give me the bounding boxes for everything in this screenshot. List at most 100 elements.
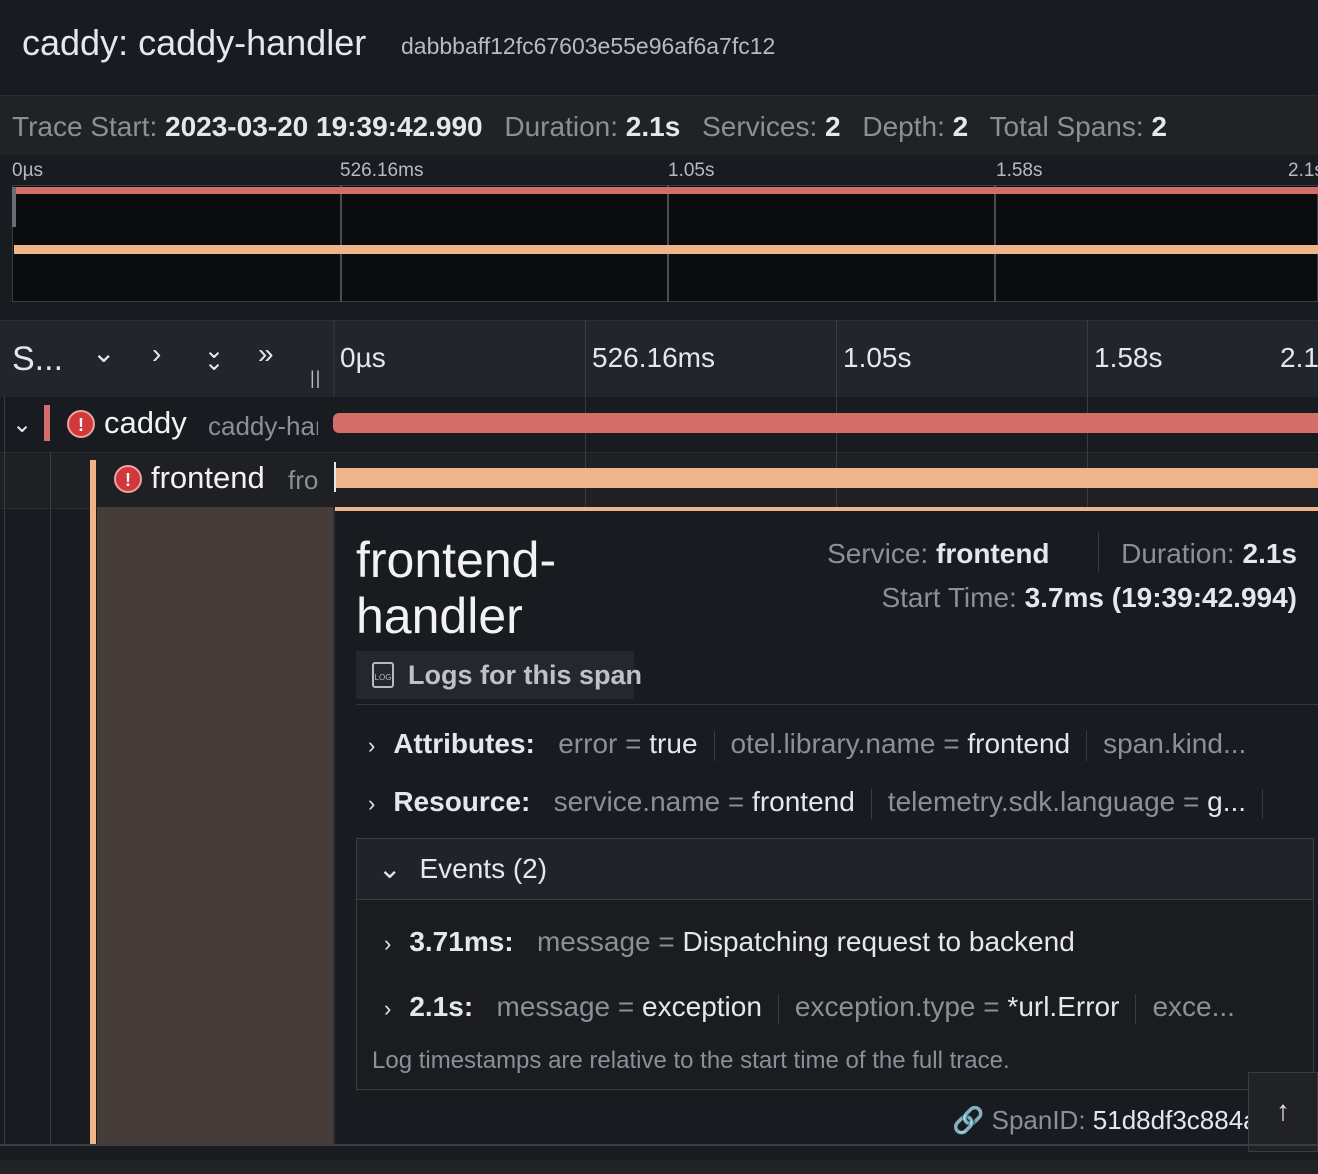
service-column-label: S...	[12, 340, 64, 378]
collapse-one-button[interactable]: ⌄	[92, 336, 115, 369]
double-chevron-right-icon: »	[258, 338, 274, 369]
logs-for-span-label[interactable]: Logs for this span	[408, 660, 642, 691]
events-title-label: Events (2)	[419, 853, 548, 884]
span-detail-meta: Service: frontend Duration: 2.1s	[827, 538, 1297, 570]
events-title[interactable]: ⌄ Events (2)	[378, 852, 547, 885]
scrollbar-track[interactable]	[0, 1160, 1318, 1174]
minimap-drag-handle[interactable]	[12, 187, 16, 227]
chevron-right-icon: ›	[152, 338, 162, 369]
event-value: Dispatching request to backend	[682, 926, 1075, 957]
expand-one-button[interactable]: ›	[152, 338, 161, 370]
span-id-label: SpanID:	[991, 1105, 1086, 1135]
resource-key: service.name	[553, 786, 721, 817]
resource-value: frontend	[752, 786, 855, 817]
log-file-icon: LOG	[372, 662, 394, 688]
service-color-marker	[44, 405, 50, 441]
chevron-right-icon: ›	[384, 931, 392, 956]
resource-key: telemetry.sdk.language	[887, 786, 1176, 817]
span-id-value: 51d8df3c884a	[1092, 1105, 1252, 1135]
minimap-tick: 1.05s	[668, 160, 715, 181]
minimap-tick: 0µs	[12, 160, 44, 181]
trace-stats: Trace Start: 2023-03-20 19:39:42.990 Dur…	[12, 111, 1181, 143]
span-start-marker	[334, 462, 336, 492]
chevron-right-icon: ›	[368, 791, 376, 816]
arrow-up-icon: ↑	[1276, 1095, 1290, 1126]
error-icon: !	[67, 410, 95, 438]
start-time-value: 3.7ms (19:39:42.994)	[1024, 582, 1297, 613]
span-detail-indent	[97, 507, 333, 1144]
collapse-all-button-lower[interactable]: ⌄	[204, 348, 224, 377]
minimap-span-bar-caddy	[14, 187, 1318, 194]
service-color-marker	[90, 460, 96, 1144]
span-operation-name[interactable]: caddy-handler	[208, 411, 318, 442]
trace-title: caddy: caddy-handler	[22, 22, 367, 63]
start-time-label: Start Time:	[881, 582, 1017, 613]
minimap-gridline	[994, 185, 996, 302]
attribute-key: error	[558, 728, 618, 759]
timeline-tick: 2.1s	[1280, 342, 1318, 373]
event-key: exce...	[1152, 991, 1235, 1022]
resource-row[interactable]: › Resource: service.name = frontend teleme…	[368, 786, 1308, 819]
timeline-tick: 0µs	[340, 342, 386, 373]
tree-guide-line	[4, 397, 5, 1144]
attributes-row[interactable]: › Attributes: error = true otel.library.na…	[368, 728, 1308, 761]
scroll-to-top-button[interactable]: ↑	[1248, 1072, 1318, 1152]
expand-all-button[interactable]: »	[258, 338, 274, 370]
event-time: 3.71ms:	[409, 926, 514, 957]
event-value: *url.Error	[1007, 991, 1120, 1022]
span-operation-name[interactable]: frontend-handler	[288, 465, 318, 496]
span-detail-start: Start Time: 3.7ms (19:39:42.994)	[881, 582, 1297, 614]
span-detail-title: frontend-handler	[356, 532, 557, 644]
span-id[interactable]: 🔗 SpanID: 51d8df3c884a	[952, 1105, 1252, 1136]
minimap-tick: 2.1s	[1288, 160, 1318, 181]
duration-value: 2.1s	[625, 111, 681, 142]
chevron-down-icon: ⌄	[378, 853, 402, 884]
column-resizer[interactable]: | |	[310, 368, 320, 389]
duration-label: Duration:	[504, 111, 619, 142]
chevron-right-icon: ›	[384, 996, 392, 1021]
attributes-label: Attributes:	[393, 728, 535, 759]
services-value: 2	[825, 111, 841, 142]
service-value: frontend	[936, 538, 1050, 569]
event-row[interactable]: › 3.71ms: message = Dispatching request t…	[384, 926, 1304, 958]
collapse-span-toggle[interactable]: ⌄	[12, 410, 32, 439]
trace-id: dabbbaff12fc67603e55e96af6a7fc12	[401, 33, 776, 59]
minimap-tick: 526.16ms	[340, 160, 424, 181]
resource-label: Resource:	[393, 786, 531, 817]
attribute-key: span.kind...	[1103, 728, 1247, 759]
services-label: Services:	[702, 111, 818, 142]
service-label: Service:	[827, 538, 929, 569]
event-key: message	[536, 926, 651, 957]
total-spans-label: Total Spans:	[989, 111, 1144, 142]
span-bar-caddy[interactable]	[333, 413, 1318, 433]
event-time: 2.1s:	[409, 991, 474, 1022]
divider	[356, 704, 1318, 705]
events-note: Log timestamps are relative to the start…	[372, 1047, 1010, 1074]
duration-value: 2.1s	[1242, 538, 1298, 569]
resource-value: g...	[1207, 786, 1247, 817]
timeline-tick: 1.58s	[1094, 342, 1163, 373]
span-bar-frontend[interactable]	[335, 468, 1318, 488]
timeline-tick: 1.05s	[843, 342, 912, 373]
double-chevron-down-icon: ⌄	[204, 349, 225, 376]
divider	[0, 1144, 1318, 1146]
link-icon: 🔗	[952, 1105, 985, 1135]
minimap-span-bar-frontend	[14, 245, 1318, 254]
depth-label: Depth:	[862, 111, 945, 142]
trace-start-value: 2023-03-20 19:39:42.990	[165, 111, 483, 142]
trace-minimap[interactable]	[12, 185, 1318, 302]
attribute-value: frontend	[967, 728, 1071, 759]
timeline-tick: 526.16ms	[592, 342, 715, 373]
span-service-name[interactable]: caddy	[104, 405, 187, 441]
chevron-down-icon: ⌄	[12, 411, 33, 438]
span-service-name[interactable]: frontend	[151, 460, 265, 496]
event-key: message	[496, 991, 611, 1022]
minimap-gridline	[340, 185, 342, 302]
attribute-value: true	[649, 728, 698, 759]
minimap-gridline	[667, 185, 669, 302]
event-row[interactable]: › 2.1s: message = exception exception.type…	[384, 991, 1304, 1024]
chevron-down-icon: ⌄	[92, 337, 116, 368]
tree-guide-line	[50, 452, 51, 1144]
chevron-right-icon: ›	[368, 733, 376, 758]
total-spans-value: 2	[1151, 111, 1167, 142]
